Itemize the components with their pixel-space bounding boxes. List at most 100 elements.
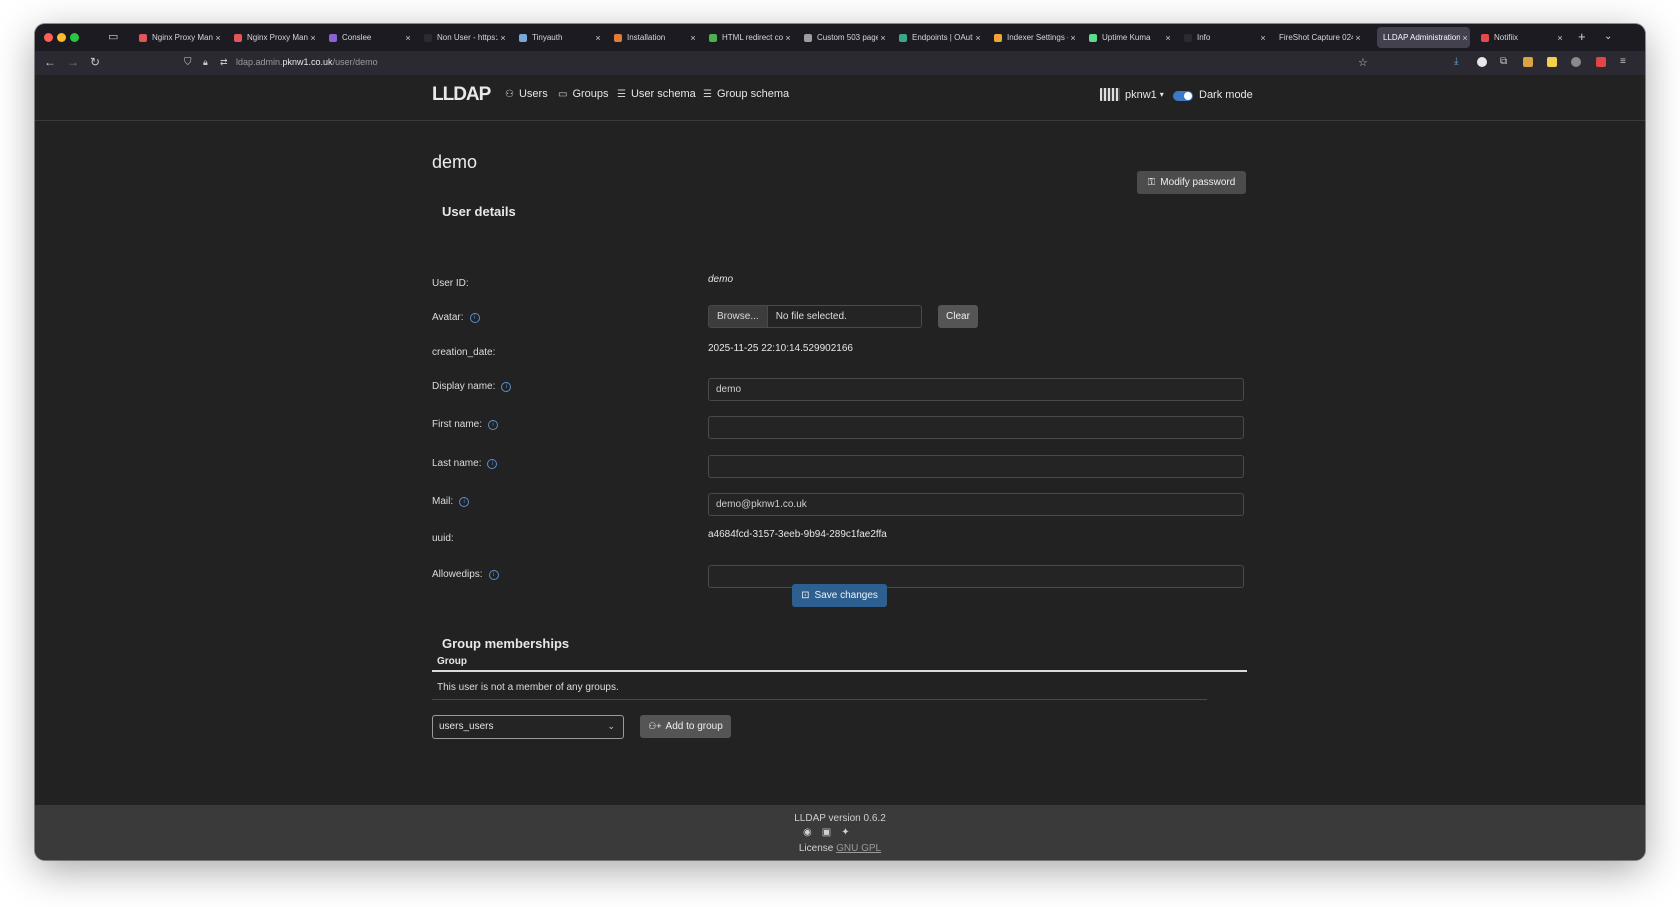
bookmark-star-icon[interactable]: ☆: [1358, 56, 1368, 69]
last-name-label-text: Last name:: [432, 458, 482, 469]
nav-group-schema-label: Group schema: [716, 88, 790, 100]
lldap-logo[interactable]: LLDAP: [432, 84, 491, 106]
add-to-group-button[interactable]: ⚇+ Add to group: [640, 715, 731, 738]
extension-globe-icon[interactable]: [1571, 57, 1581, 67]
browser-tab[interactable]: Notifiix ×: [1475, 27, 1565, 48]
tab-close-icon[interactable]: ×: [1163, 33, 1173, 43]
tab-overview-icon[interactable]: ▭: [108, 30, 122, 43]
browser-tab[interactable]: Indexer Settings - ×: [988, 27, 1078, 48]
discord-icon[interactable]: ▣: [822, 827, 831, 838]
new-tab-icon[interactable]: +: [1578, 29, 1586, 44]
license-prefix: License: [798, 843, 834, 854]
info-icon[interactable]: i: [488, 419, 499, 430]
browser-tab[interactable]: Info ×: [1178, 27, 1268, 48]
tab-close-icon[interactable]: ×: [1555, 33, 1565, 43]
browser-tab[interactable]: Installation ×: [608, 27, 698, 48]
extensions-puzzle-icon[interactable]: ⧉: [1500, 56, 1507, 67]
tab-title: LLDAP Administration: [1383, 33, 1460, 42]
tab-close-icon[interactable]: ×: [403, 33, 413, 43]
last-name-label: Last name: i: [432, 458, 498, 469]
shield-icon[interactable]: ⛉: [184, 57, 192, 68]
clear-avatar-button[interactable]: Clear: [938, 305, 978, 328]
file-name-display: No file selected.: [767, 306, 921, 327]
extension-red-icon[interactable]: [1596, 57, 1606, 67]
nav-user-schema[interactable]: ☰ User schema: [617, 88, 696, 100]
browser-tab[interactable]: FireShot Capture 024 ×: [1273, 27, 1363, 48]
tab-favicon-icon: [1481, 33, 1489, 42]
first-name-input[interactable]: [708, 416, 1244, 439]
browser-tab[interactable]: Endpoints | OAuth ×: [893, 27, 983, 48]
browser-tab[interactable]: Nginx Proxy Mana ×: [228, 27, 318, 48]
nav-group-schema[interactable]: ☰ Group schema: [703, 88, 789, 100]
tab-close-icon[interactable]: ×: [1068, 33, 1078, 43]
current-user-name: pknw1: [1125, 88, 1157, 101]
display-name-input[interactable]: demo: [708, 378, 1244, 401]
extension-cookie-icon[interactable]: [1523, 57, 1533, 67]
reload-icon[interactable]: ↻: [90, 55, 100, 69]
tab-close-icon[interactable]: ×: [783, 33, 793, 43]
nav-users[interactable]: ⚇ Users: [505, 88, 548, 100]
browser-tab[interactable]: Non User - https://wa ×: [418, 27, 508, 48]
save-changes-button[interactable]: ⊡ Save changes: [792, 584, 887, 607]
tab-title: Indexer Settings -: [1007, 33, 1068, 42]
info-icon[interactable]: i: [469, 312, 480, 323]
allowedips-input[interactable]: [708, 565, 1244, 588]
extension-notes-icon[interactable]: [1547, 57, 1557, 67]
info-icon[interactable]: i: [487, 458, 498, 469]
info-icon[interactable]: i: [488, 569, 499, 580]
tab-title: FireShot Capture 024: [1279, 33, 1353, 42]
maximize-window-button[interactable]: [70, 33, 79, 42]
extension-p-icon[interactable]: [1477, 57, 1487, 67]
permissions-icon[interactable]: ⇄: [220, 57, 228, 68]
browser-tab[interactable]: HTML redirect co ×: [703, 27, 793, 48]
tab-close-icon[interactable]: ×: [593, 33, 603, 43]
browser-tab[interactable]: Uptime Kuma ×: [1083, 27, 1173, 48]
mail-input[interactable]: demo@pknw1.co.uk: [708, 493, 1244, 516]
tab-close-icon[interactable]: ×: [688, 33, 698, 43]
browser-tab[interactable]: Conslee ×: [323, 27, 413, 48]
modify-password-button[interactable]: ⚿ Modify password: [1137, 171, 1246, 194]
twitter-icon[interactable]: ✦: [841, 827, 849, 838]
tab-close-icon[interactable]: ×: [1460, 33, 1470, 43]
forward-icon[interactable]: →: [67, 55, 79, 69]
close-window-button[interactable]: [44, 33, 53, 42]
tab-title: Endpoints | OAuth: [912, 33, 973, 42]
url-domain: pknw1.co.uk: [282, 57, 333, 67]
user-menu[interactable]: pknw1 ▾: [1100, 88, 1164, 101]
group-select[interactable]: users_users ⌄: [432, 715, 624, 739]
tab-close-icon[interactable]: ×: [498, 33, 508, 43]
tab-list-chevron-icon[interactable]: ⌄: [1604, 31, 1612, 42]
tab-close-icon[interactable]: ×: [878, 33, 888, 43]
tab-close-icon[interactable]: ×: [308, 33, 318, 43]
nav-groups[interactable]: ▭ Groups: [558, 88, 609, 100]
github-icon[interactable]: ◉: [803, 827, 812, 838]
downloads-icon[interactable]: ⤓: [1454, 56, 1458, 67]
info-icon[interactable]: i: [459, 496, 470, 507]
tab-favicon-icon: [234, 33, 242, 42]
avatar-file-input[interactable]: Browse... No file selected.: [708, 305, 922, 328]
browser-tab[interactable]: Tinyauth ×: [513, 27, 603, 48]
dark-mode-toggle[interactable]: [1173, 91, 1193, 101]
back-icon[interactable]: ←: [44, 55, 56, 69]
tab-close-icon[interactable]: ×: [213, 33, 223, 43]
license-link[interactable]: GNU GPL: [836, 843, 881, 854]
menu-icon[interactable]: ≡: [1620, 56, 1626, 67]
browser-tab[interactable]: Nginx Proxy Mana ×: [133, 27, 223, 48]
browse-button[interactable]: Browse...: [709, 306, 768, 327]
tab-favicon-icon: [139, 33, 147, 42]
url-text[interactable]: ldap.admin.pknw1.co.uk/user/demo: [236, 57, 378, 67]
browser-tab-active[interactable]: LLDAP Administration ×: [1377, 27, 1470, 48]
last-name-input[interactable]: [708, 455, 1244, 478]
tab-favicon-icon: [994, 33, 1002, 42]
minimize-window-button[interactable]: [57, 33, 66, 42]
tab-close-icon[interactable]: ×: [973, 33, 983, 43]
groups-icon: ▭: [558, 88, 568, 100]
browser-tab[interactable]: Custom 503 page ×: [798, 27, 888, 48]
info-icon[interactable]: i: [501, 381, 512, 392]
first-name-label-text: First name:: [432, 419, 483, 430]
lock-icon[interactable]: 🔒︎: [203, 57, 208, 68]
add-to-group-label: Add to group: [665, 721, 723, 732]
creation-date-label: creation_date:: [432, 347, 495, 358]
tab-close-icon[interactable]: ×: [1353, 33, 1363, 43]
tab-close-icon[interactable]: ×: [1258, 33, 1268, 43]
